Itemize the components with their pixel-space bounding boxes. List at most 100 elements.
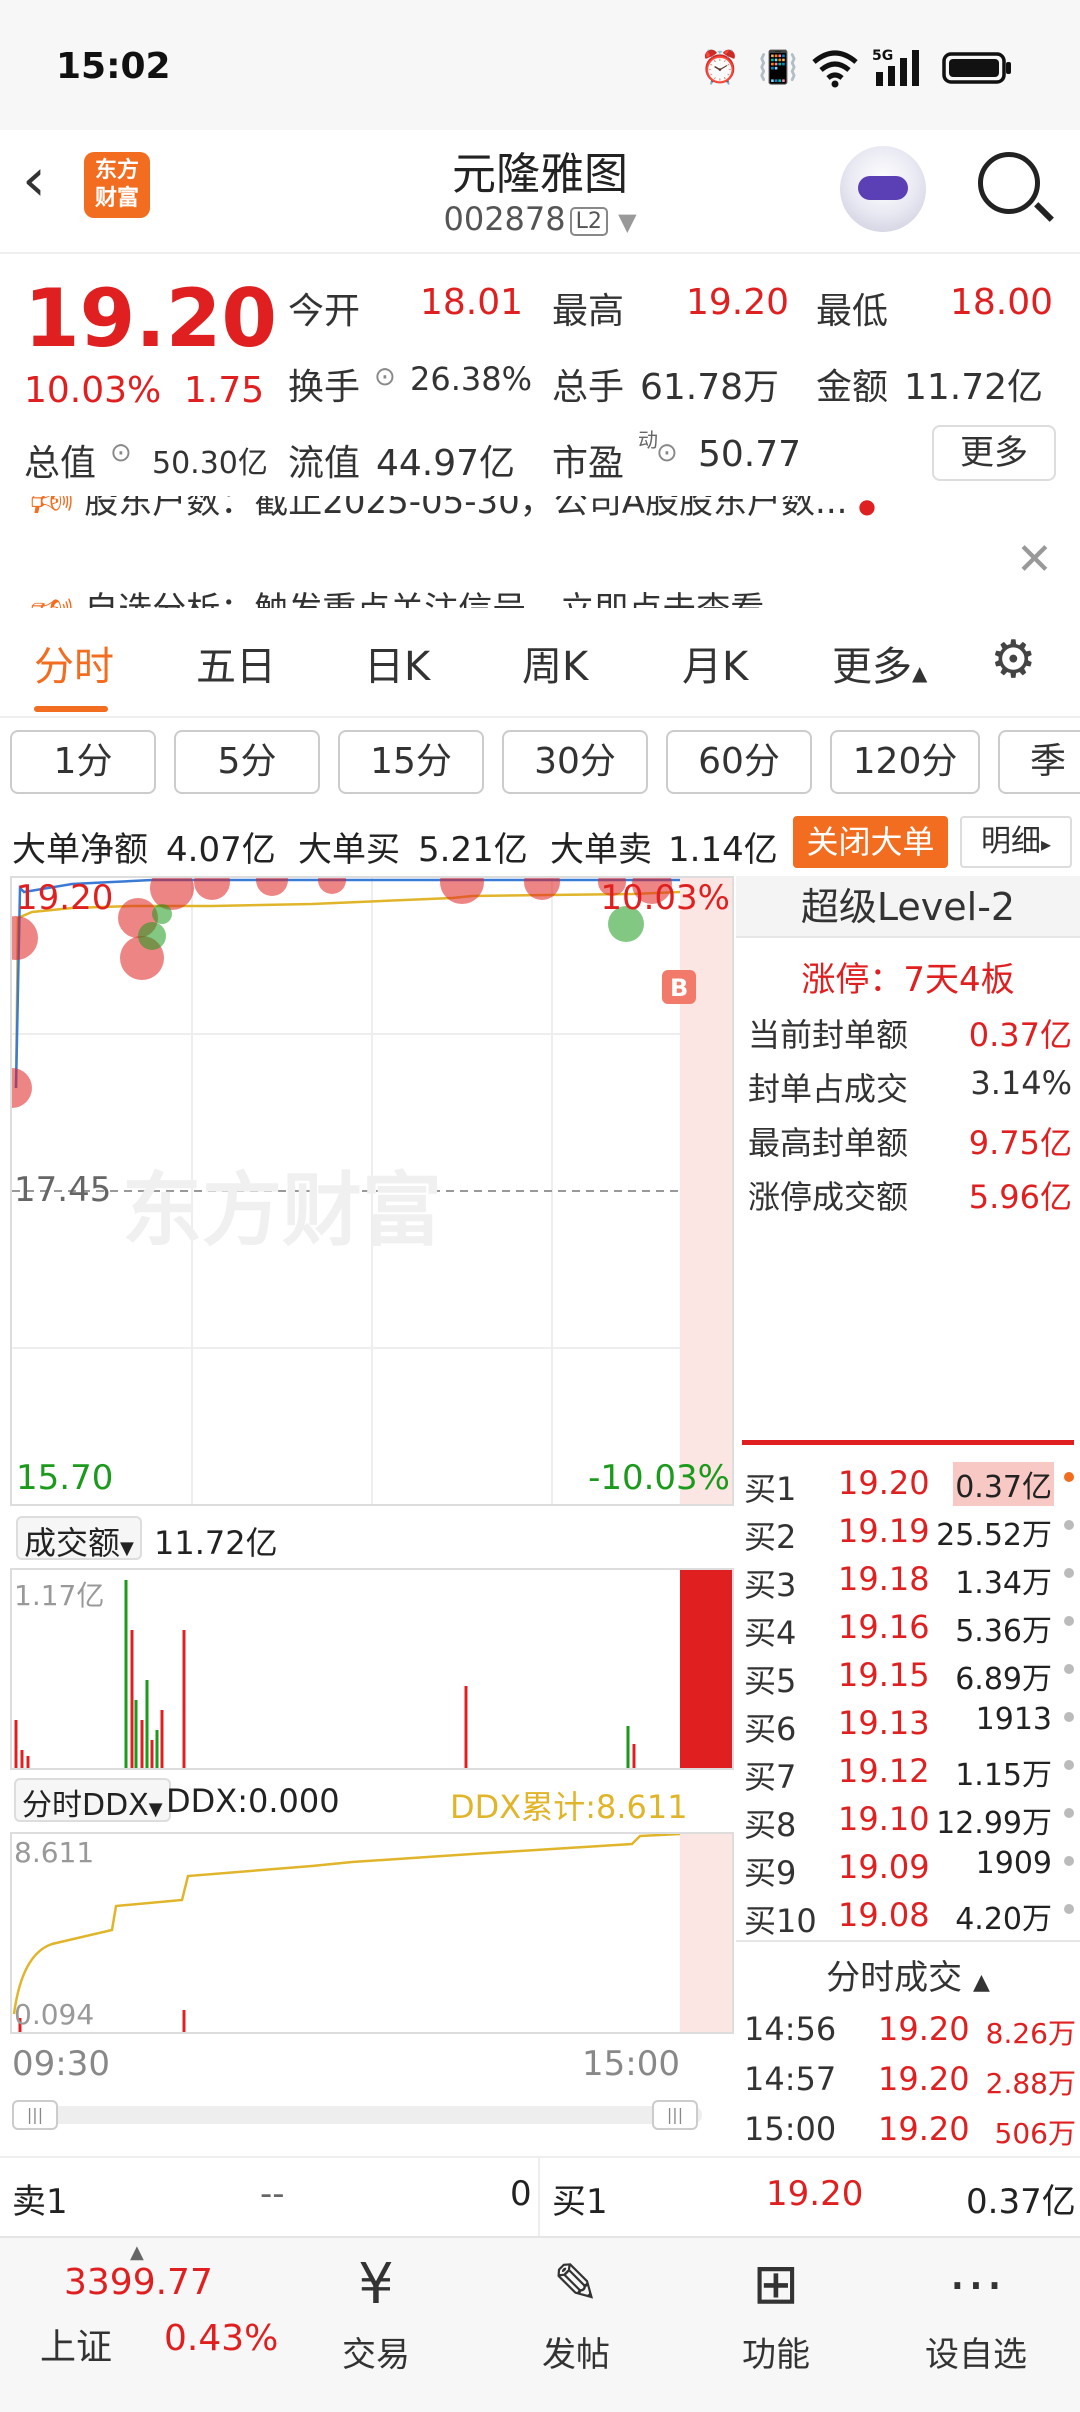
intraday-price-chart[interactable]: 东方财富 B 19.20 10.03% 17.45 15.70 -10.03% — [10, 876, 734, 1506]
total-cap-value: 50.30亿 — [152, 446, 268, 481]
tab-monthly-k[interactable]: 月K — [682, 634, 748, 692]
amount-value: 11.72亿 — [904, 367, 1044, 408]
index-value[interactable]: 3399.77 — [64, 2262, 213, 2303]
l2-row-label: 最高封单额 — [748, 1124, 909, 1162]
turnover-label: 换手 — [288, 367, 361, 408]
battery-icon — [942, 52, 1012, 92]
function-button[interactable]: ⊞ 功能 — [716, 2252, 836, 2376]
info-icon[interactable]: ⊙ — [656, 438, 678, 468]
tab-weekly-k[interactable]: 周K — [522, 634, 588, 692]
edit-icon: ✎ — [552, 2252, 600, 2317]
period-15min[interactable]: 15分 — [338, 730, 484, 794]
add-watchlist-button[interactable]: ⋯ 设自选 — [906, 2252, 1046, 2376]
tab-five-day[interactable]: 五日 — [196, 634, 276, 692]
ticks-title-row[interactable]: 分时成交 ▲ — [736, 1950, 1080, 1999]
high-label: 最高 — [552, 291, 625, 332]
chart-tabs: 分时 五日 日K 周K 月K 更多▲ ⚙ — [0, 608, 1080, 718]
float-cap-value: 44.97亿 — [376, 443, 516, 484]
ddx-cumulative-line — [12, 1834, 681, 2015]
period-5min[interactable]: 5分 — [174, 730, 320, 794]
change-pct: 10.03% — [24, 370, 162, 411]
period-60min[interactable]: 60分 — [666, 730, 812, 794]
detail-button[interactable]: 明细▸ — [960, 816, 1072, 868]
bid-row[interactable]: 买4 19.16 5.36万 — [736, 1602, 1080, 1652]
caret-up-icon: ▲ — [972, 1970, 990, 1995]
period-quarter[interactable]: 季 — [998, 730, 1080, 794]
index-pct[interactable]: 0.43% — [164, 2318, 278, 2359]
bid-row[interactable]: 买7 19.12 1.15万 — [736, 1746, 1080, 1796]
bid-dot — [1064, 1760, 1074, 1770]
bid-row[interactable]: 买8 19.10 12.99万 — [736, 1794, 1080, 1844]
trade-button[interactable]: ¥ 交易 — [316, 2252, 436, 2376]
search-icon[interactable] — [978, 152, 1040, 214]
level2-title[interactable]: 超级Level-2 — [736, 876, 1080, 938]
tab-daily-k[interactable]: 日K — [364, 634, 430, 692]
sell1-vol: 0 — [510, 2174, 532, 2214]
low-label: 最低 — [816, 291, 889, 332]
info-icon[interactable]: ⊙ — [374, 362, 396, 392]
bid-row[interactable]: 买10 19.08 4.20万 — [736, 1890, 1080, 1940]
cell-signal-icon: 5G — [872, 46, 930, 86]
period-1min[interactable]: 1分 — [10, 730, 156, 794]
bid-label: 买10 — [744, 1902, 817, 1940]
bid-row[interactable]: 买1 19.20 0.37亿 — [736, 1458, 1080, 1508]
chart-top-pct: 10.03% — [600, 878, 730, 918]
big-buy-value: 5.21亿 — [418, 830, 528, 870]
bid-row[interactable]: 买3 19.18 1.34万 — [736, 1554, 1080, 1604]
bid-price: 19.18 — [838, 1560, 930, 1598]
index-name[interactable]: 上证 — [40, 2318, 112, 2370]
tab-intraday[interactable]: 分时 — [34, 634, 114, 692]
gear-icon[interactable]: ⚙ — [990, 630, 1037, 690]
bid-price: 19.12 — [838, 1752, 930, 1790]
news-line-1[interactable]: 🕬 股东户数：截止2025-05-30，公司A股股东户数... ● — [30, 496, 876, 535]
period-120min[interactable]: 120分 — [830, 730, 980, 794]
float-cap-label: 流值 — [288, 443, 361, 484]
bid-row[interactable]: 买5 19.15 6.89万 — [736, 1650, 1080, 1700]
ddx-chart[interactable]: 8.611 0.094 — [10, 1832, 734, 2034]
bubble — [440, 878, 484, 904]
more-button[interactable]: 更多 — [932, 425, 1056, 481]
tick-price: 19.20 — [878, 2110, 970, 2148]
volume-chart[interactable]: 1.17亿 — [10, 1568, 734, 1770]
bid-row[interactable]: 买9 19.09 1909 — [736, 1842, 1080, 1892]
bid-row[interactable]: 买2 19.19 25.52万 — [736, 1506, 1080, 1556]
period-30min[interactable]: 30分 — [502, 730, 648, 794]
volume-bars-down — [124, 1580, 630, 1768]
news-ticker[interactable]: 🕬 股东户数：截止2025-05-30，公司A股股东户数... ● 🕬 自选分析… — [0, 496, 1080, 608]
alarm-icon: ⏰ — [700, 48, 740, 86]
bubble — [152, 904, 172, 924]
close-icon[interactable]: ✕ — [1016, 534, 1053, 585]
news-line-1-text: 股东户数：截止2025-05-30，公司A股股东户数... — [84, 496, 848, 522]
l2-row-value: 3.14% — [970, 1064, 1072, 1102]
bid-dot — [1064, 1616, 1074, 1626]
bid-volume: 1.15万 — [955, 1758, 1052, 1793]
chart-mid-price: 17.45 — [14, 1170, 112, 1210]
bid-row[interactable]: 买6 19.13 1913 — [736, 1698, 1080, 1748]
tab-more[interactable]: 更多▲ — [832, 634, 927, 692]
ddx-indicator-select[interactable]: 分时DDX▼ — [14, 1778, 171, 1823]
scroll-handle-right[interactable]: ||| — [652, 2100, 698, 2130]
l2-row-value: 9.75亿 — [968, 1124, 1072, 1162]
bid-price: 19.13 — [838, 1704, 930, 1742]
post-button[interactable]: ✎ 发帖 — [516, 2252, 636, 2376]
active-tab-indicator — [34, 706, 108, 712]
info-icon[interactable]: ⊙ — [110, 438, 132, 468]
stock-header-nav: ‹ 东方 财富 元隆雅图 002878 L2 ▼ — [0, 130, 1080, 254]
volume-indicator-select[interactable]: 成交额▼ — [16, 1516, 142, 1562]
price-line — [14, 878, 680, 1089]
close-big-order-button[interactable]: 关闭大单 — [793, 816, 948, 868]
book-summary-bar[interactable]: 卖1 -- 0 买1 19.20 0.37亿 — [0, 2156, 1080, 2238]
vibrate-icon: 📳 — [758, 48, 798, 86]
bid-dot — [1064, 1472, 1074, 1482]
scroll-handle-left[interactable]: ||| — [12, 2100, 58, 2130]
volume-header: 成交额▼ 11.72亿 — [10, 1510, 734, 1566]
volume-max-label: 1.17亿 — [14, 1579, 105, 1612]
volume-value: 61.78万 — [640, 367, 780, 408]
chart-scrollbar[interactable]: ||| ||| — [12, 2100, 702, 2130]
ddx-header: 分时DDX▼ DDX:0.000 DDX累计:8.611 — [10, 1774, 734, 1830]
assistant-robot-icon[interactable] — [840, 146, 926, 232]
ddx-cumulative: DDX累计:8.611 — [450, 1788, 688, 1826]
news-line-2[interactable]: 🕬 自选分析：触发重点关注信号，立即点击查看 — [30, 582, 764, 608]
bid-price: 19.19 — [838, 1512, 930, 1550]
big-buy-label: 大单买 — [298, 830, 400, 870]
